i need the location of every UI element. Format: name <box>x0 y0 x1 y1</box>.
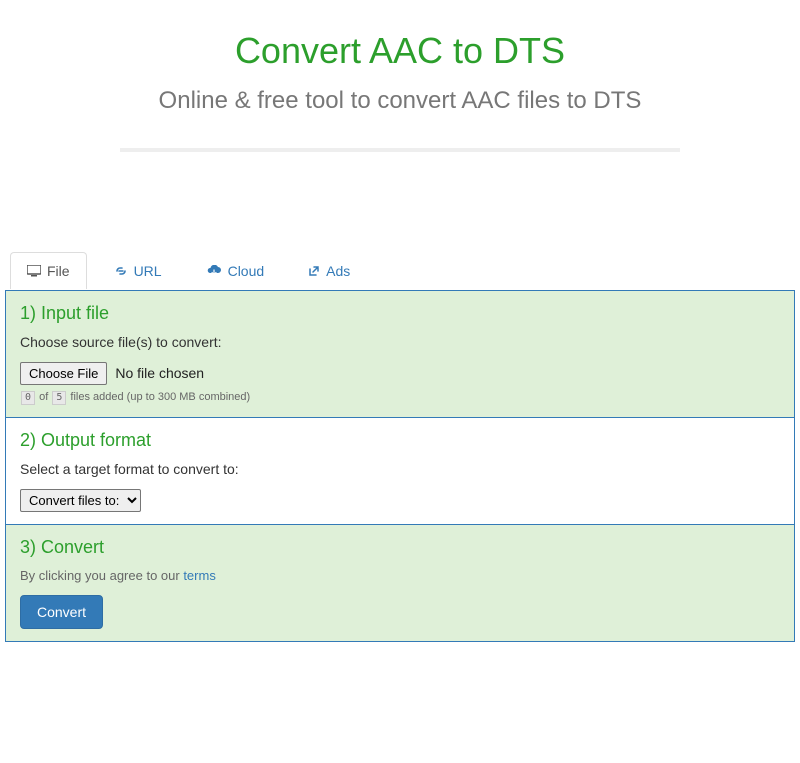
tab-file[interactable]: File <box>10 252 87 289</box>
file-picker-row: Choose File No file chosen <box>20 362 780 385</box>
input-section: 1) Input file Choose source file(s) to c… <box>6 291 794 417</box>
convert-button[interactable]: Convert <box>20 595 103 629</box>
output-title: 2) Output format <box>20 430 780 451</box>
page-subtitle: Online & free tool to convert AAC files … <box>60 84 740 118</box>
output-format-select[interactable]: Convert files to: <box>20 489 141 512</box>
files-count-max: 5 <box>52 391 66 405</box>
tab-ads[interactable]: Ads <box>291 252 367 289</box>
header: Convert AAC to DTS Online & free tool to… <box>0 0 800 192</box>
convert-title: 3) Convert <box>20 537 780 558</box>
link-icon <box>114 265 128 277</box>
steps-panel: 1) Input file Choose source file(s) to c… <box>5 290 795 642</box>
page-title: Convert AAC to DTS <box>60 30 740 72</box>
terms-text: By clicking you agree to our terms <box>20 568 780 583</box>
files-count-current: 0 <box>21 391 35 405</box>
files-added-info: 0 of 5 files added (up to 300 MB combine… <box>20 391 780 405</box>
tab-url-label: URL <box>134 263 162 279</box>
cloud-download-icon <box>206 265 222 277</box>
output-section: 2) Output format Select a target format … <box>6 417 794 524</box>
tab-ads-label: Ads <box>326 263 350 279</box>
monitor-icon <box>27 265 41 277</box>
divider <box>120 148 680 152</box>
tab-url[interactable]: URL <box>97 252 179 289</box>
choose-file-button[interactable]: Choose File <box>20 362 107 385</box>
convert-section: 3) Convert By clicking you agree to our … <box>6 524 794 641</box>
terms-link[interactable]: terms <box>183 568 216 583</box>
tabs: File URL Cloud Ads <box>0 252 800 290</box>
tab-cloud-label: Cloud <box>228 263 265 279</box>
file-status: No file chosen <box>115 365 204 381</box>
input-desc: Choose source file(s) to convert: <box>20 334 780 350</box>
tab-file-label: File <box>47 263 70 279</box>
output-desc: Select a target format to convert to: <box>20 461 780 477</box>
tab-cloud[interactable]: Cloud <box>189 252 282 289</box>
input-title: 1) Input file <box>20 303 780 324</box>
external-link-icon <box>308 265 320 277</box>
